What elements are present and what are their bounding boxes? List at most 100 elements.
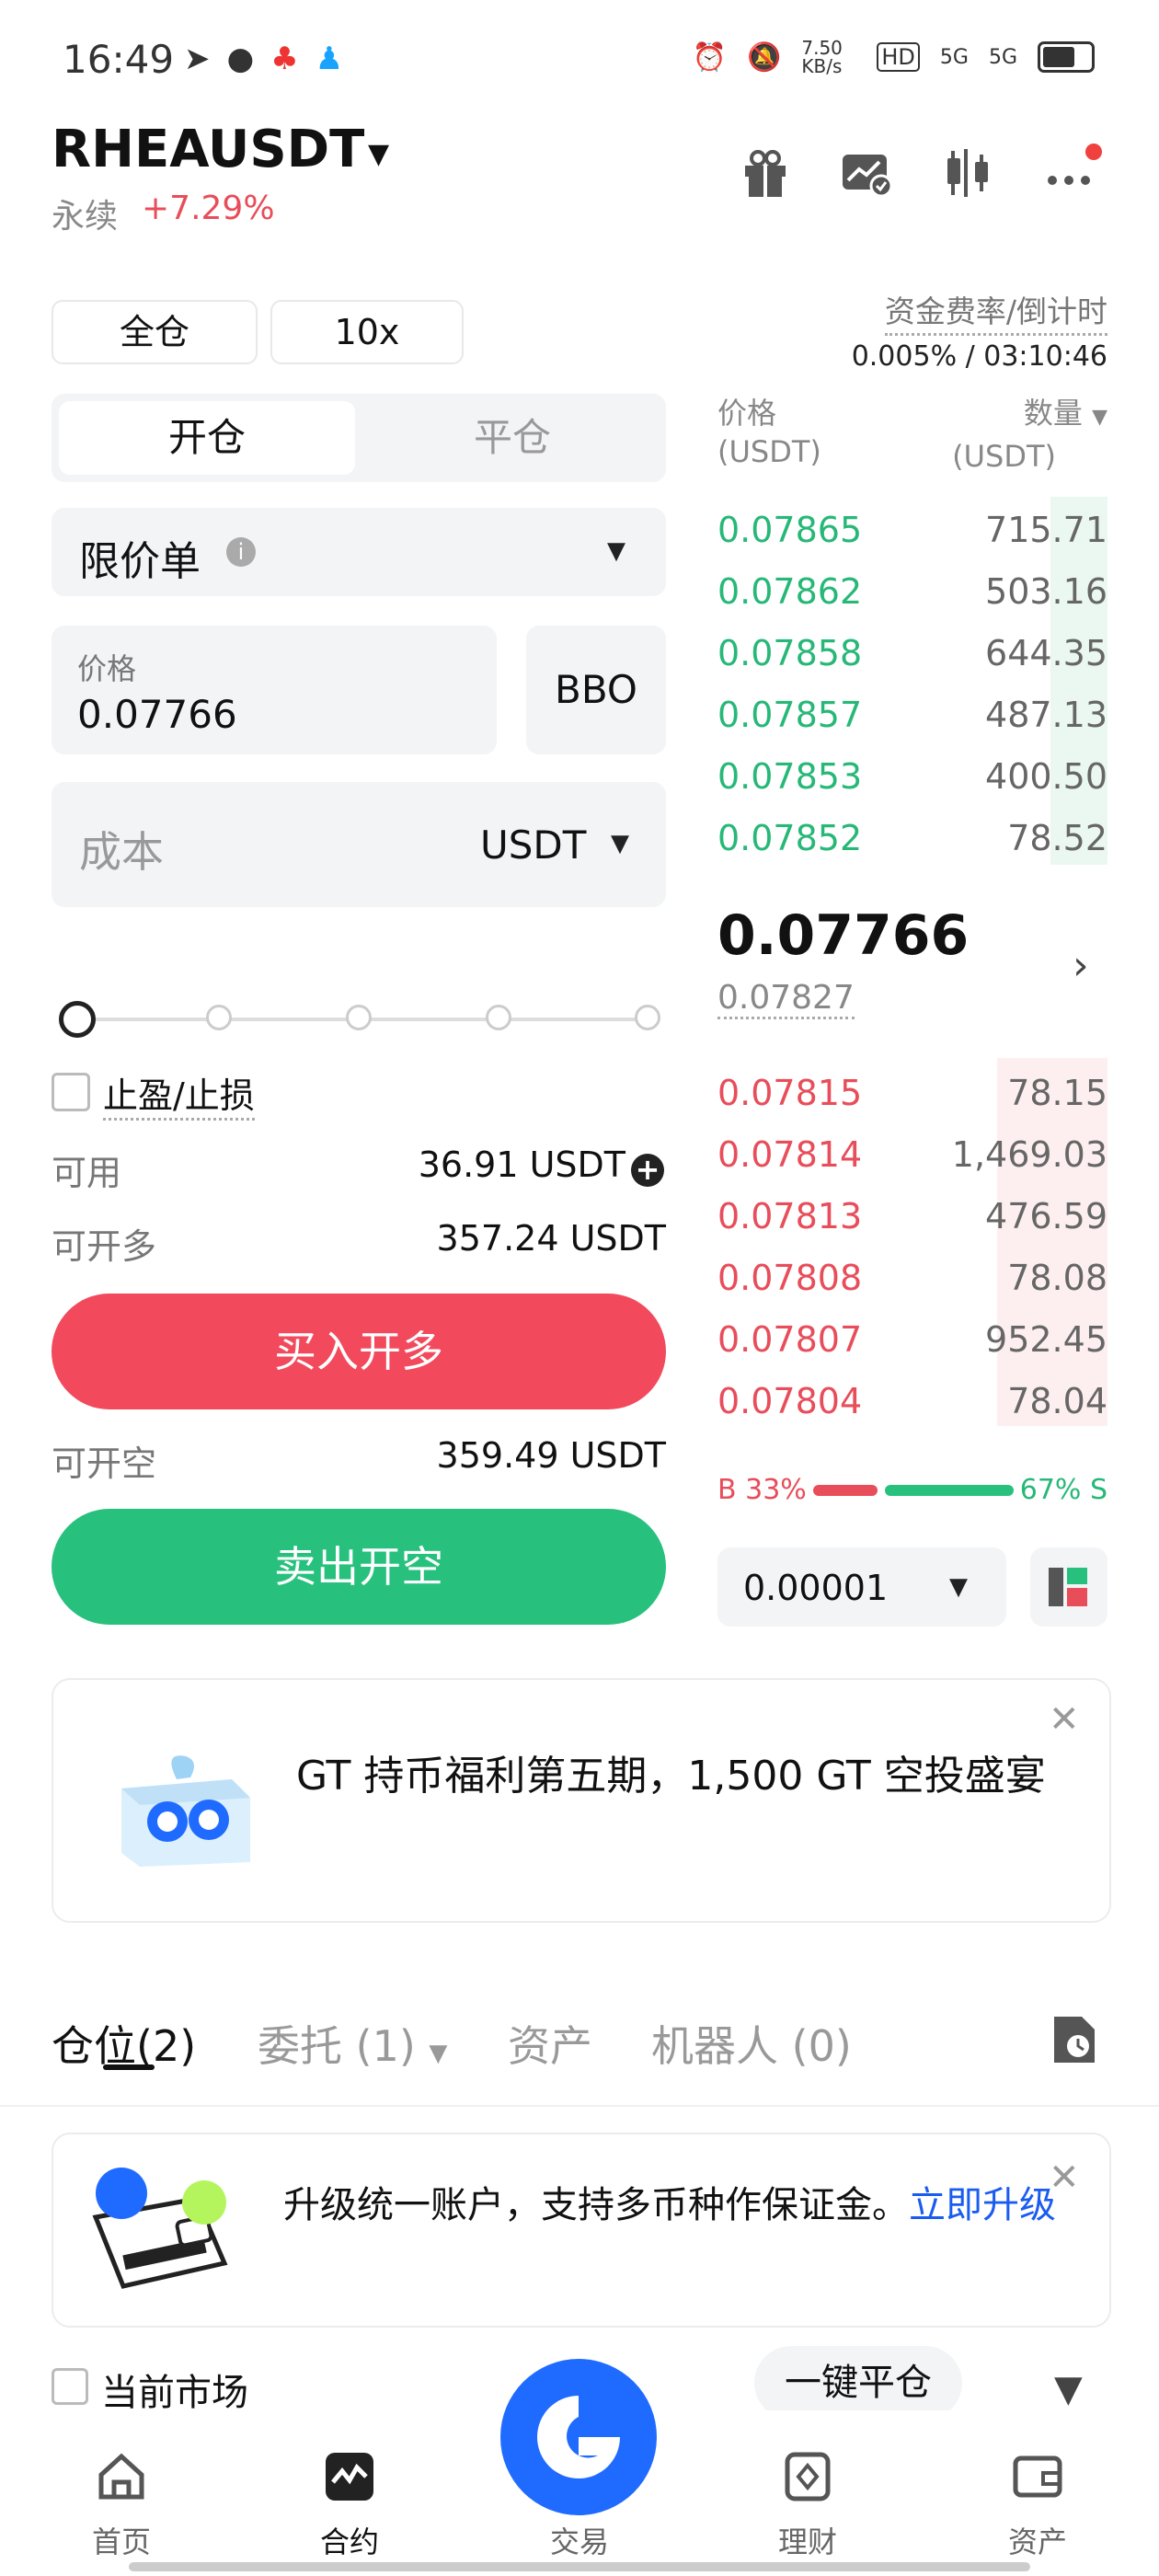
futures-icon[interactable] [324,2451,375,2502]
ask-price[interactable]: 0.07852 [717,818,862,858]
tpsl-label[interactable]: 止盈/止损 [103,1067,255,1121]
bid-price[interactable]: 0.07807 [717,1319,862,1360]
system-icons: ⏰ 🔕 7.50 KB/s HD 5G 5G [693,39,1095,75]
pair-name[interactable]: RHEAUSDT [52,120,364,179]
bid-qty: 78.08 [1007,1258,1107,1298]
tpsl-checkbox[interactable] [52,1073,90,1111]
gift-icon[interactable] [738,145,793,201]
slider-tick-100[interactable] [635,1005,660,1030]
ask-price[interactable]: 0.07853 [717,756,862,797]
tab-assets[interactable]: 资产 [508,2013,592,2074]
promo-text[interactable]: GT 持币福利第五期，1,500 GT 空投盛宴 [296,1750,1069,1803]
bid-price[interactable]: 0.07813 [717,1196,862,1236]
funding-rate-value: 0.005% / 03:10:46 [851,340,1107,373]
filter-icon[interactable]: ▼ [1054,2368,1083,2410]
earn-icon[interactable] [782,2451,833,2502]
bid-qty: 1,469.03 [951,1134,1107,1175]
ask-qty: 503.16 [985,571,1107,612]
gesture-bar [129,2562,1030,2571]
ob-price-header-unit: (USDT) [717,434,821,469]
ask-qty: 715.71 [985,510,1107,550]
info-icon[interactable]: i [226,537,256,567]
upgrade-text: 升级统一账户，支持多币种作保证金。立即升级 [283,2180,1074,2230]
tab-orders[interactable]: 委托 (1) ▼ [258,2013,447,2074]
tab-positions-count: (2) [136,2021,197,2071]
slider-tick-75[interactable] [486,1005,511,1030]
nav-futures[interactable]: 合约 [285,2519,414,2561]
ob-qty-header-label: 数量 [1023,396,1083,431]
nav-home[interactable]: 首页 [57,2519,186,2561]
bid-depth-bar [997,1058,1107,1426]
mark-price[interactable]: 0.07827 [717,979,855,1019]
tab-close[interactable]: 平仓 [364,401,660,475]
current-market-checkbox[interactable] [52,2368,88,2405]
bid-price[interactable]: 0.07815 [717,1073,862,1113]
nav-trade[interactable]: 交易 [515,2519,644,2561]
promo-banner[interactable]: GT 持币福利第五期，1,500 GT 空投盛宴 ✕ [52,1678,1111,1923]
sell-ratio-bar [885,1485,1014,1496]
chevron-down-icon: ▼ [429,2040,448,2067]
bid-qty: 78.04 [1007,1381,1107,1421]
pair-dropdown-icon[interactable]: ▼ [368,138,389,170]
chevron-down-icon: ▼ [1092,406,1107,429]
status-time: 16:49 [63,37,175,82]
tab-open[interactable]: 开仓 [59,401,355,475]
funding-rate-label[interactable]: 资金费率/倒计时 [884,287,1107,336]
close-all-button[interactable]: 一键平仓 [754,2346,962,2420]
transfer-plus-icon[interactable]: + [631,1154,664,1187]
ask-price[interactable]: 0.07862 [717,571,862,612]
bid-price[interactable]: 0.07808 [717,1258,862,1298]
ask-qty: 78.52 [1007,818,1107,858]
ob-qty-header[interactable]: 数量 ▼ (USDT) [952,394,1107,476]
can-long-label: 可开多 [52,1226,157,1267]
nav-assets[interactable]: 资产 [973,2519,1102,2561]
bid-price[interactable]: 0.07814 [717,1134,862,1175]
price-field[interactable]: 价格 0.07766 [52,626,497,754]
leverage-button[interactable]: 10x [270,300,464,364]
ask-price[interactable]: 0.07865 [717,510,862,550]
margin-mode-button[interactable]: 全仓 [52,300,258,364]
price-field-value[interactable]: 0.07766 [77,692,237,737]
chart-check-icon[interactable] [839,145,894,201]
slider-tick-25[interactable] [206,1005,232,1030]
tab-positions-label: 仓位 [52,2021,136,2071]
tab-bots[interactable]: 机器人 (0) [651,2013,852,2074]
nav-earn[interactable]: 理财 [743,2519,872,2561]
chevron-right-icon[interactable]: › [1073,942,1089,989]
order-type-select[interactable]: 限价单 i ▼ [52,508,666,596]
message-icon: ● [226,40,271,77]
trade-center-button[interactable] [500,2359,657,2515]
last-price[interactable]: 0.07766 [717,903,969,968]
cost-field[interactable]: 成本 USDT ▼ [52,782,666,907]
precision-select[interactable]: 0.00001 ▼ [717,1547,1006,1627]
assets-icon[interactable] [1012,2451,1063,2502]
price-field-label: 价格 [77,651,137,686]
gift-box-illustration [112,1733,259,1871]
upgrade-link[interactable]: 立即升级 [909,2184,1056,2226]
upgrade-banner[interactable]: 升级统一账户，支持多币种作保证金。立即升级 ✕ [52,2133,1111,2328]
candlestick-icon[interactable] [940,145,995,201]
buy-ratio: B 33% [717,1474,807,1506]
upgrade-message: 升级统一账户，支持多币种作保证金。 [283,2184,909,2226]
slider-handle[interactable] [59,1001,96,1038]
close-icon[interactable]: ✕ [1049,2156,1080,2199]
bid-price[interactable]: 0.07804 [717,1381,862,1421]
close-icon[interactable]: ✕ [1049,1698,1080,1741]
book-layout-icon[interactable] [1030,1547,1107,1627]
battery-icon [1038,41,1095,73]
cost-unit-select[interactable]: USDT [480,822,586,868]
home-icon[interactable] [96,2451,147,2502]
slider-tick-50[interactable] [346,1005,372,1030]
available-label: 可用 [52,1153,122,1193]
current-market-label[interactable]: 当前市场 [101,2363,248,2416]
bid-qty: 78.15 [1007,1073,1107,1113]
buy-long-button[interactable]: 买入开多 [52,1294,666,1409]
ask-price[interactable]: 0.07858 [717,633,862,673]
bbo-button[interactable]: BBO [526,626,666,754]
active-tab-underline [103,2064,155,2070]
history-icon[interactable] [1050,2013,1098,2066]
ask-price[interactable]: 0.07857 [717,695,862,735]
app-icon: ♣ [270,40,316,77]
ask-qty: 400.50 [985,756,1107,797]
sell-short-button[interactable]: 卖出开空 [52,1509,666,1625]
